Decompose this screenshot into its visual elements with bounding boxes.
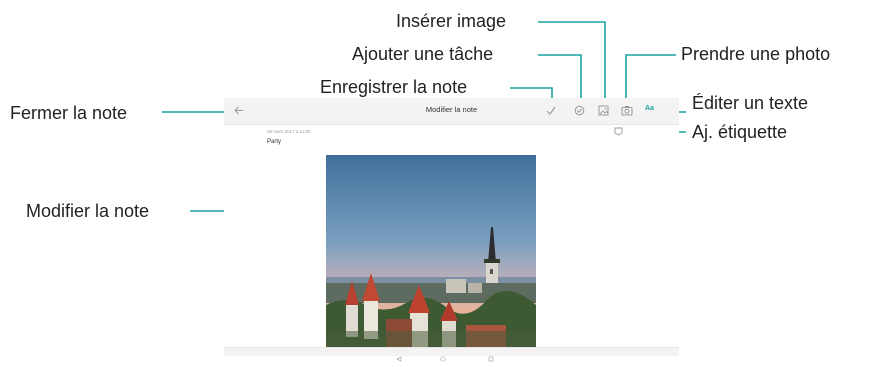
- task-icon[interactable]: [574, 105, 585, 116]
- camera-icon[interactable]: [621, 105, 633, 116]
- image-icon[interactable]: [598, 105, 609, 116]
- callout-enregistrer-note: Enregistrer la note: [320, 77, 468, 97]
- nav-back-icon[interactable]: [396, 349, 402, 367]
- nav-home-icon[interactable]: [440, 349, 446, 367]
- note-date: 06 mars 2017 à 11:00: [267, 129, 311, 134]
- page-title: Modifier la note: [425, 105, 478, 114]
- nav-recent-icon[interactable]: [488, 349, 494, 367]
- text-format-icon[interactable]: Aa: [645, 105, 654, 112]
- callout-editer-texte: Éditer un texte: [692, 93, 809, 113]
- system-nav-bar: [224, 347, 679, 362]
- callout-ajouter-tache: Ajouter une tâche: [352, 44, 494, 64]
- callout-fermer-note: Fermer la note: [10, 103, 128, 123]
- checkmark-icon[interactable]: [546, 106, 556, 115]
- note-title[interactable]: Party: [267, 139, 281, 145]
- callout-inserer-image: Insérer image: [396, 11, 507, 31]
- note-photo[interactable]: [326, 155, 536, 349]
- callout-modifier-note: Modifier la note: [26, 201, 150, 221]
- note-editor-screen: Modifier la note Aa 06 mars 2017 à 11:00…: [224, 98, 679, 362]
- tag-icon[interactable]: [614, 127, 623, 136]
- callout-etiquette: Aj. étiquette: [692, 122, 788, 142]
- callout-prendre-photo: Prendre une photo: [681, 44, 831, 64]
- app-bar: Modifier la note Aa: [224, 98, 679, 125]
